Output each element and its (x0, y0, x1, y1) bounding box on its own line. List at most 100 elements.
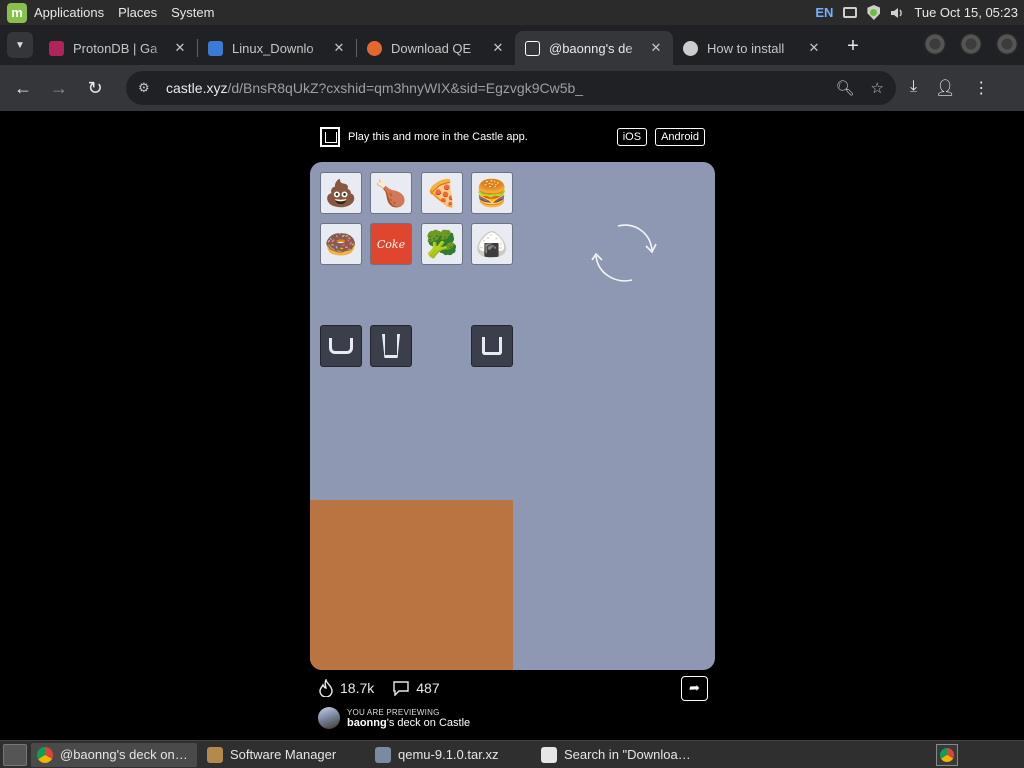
refresh-arrows-icon[interactable] (588, 220, 660, 286)
tab-close-icon[interactable]: ✕ (649, 40, 663, 56)
avatar[interactable] (318, 707, 340, 729)
android-button[interactable]: Android (655, 128, 705, 146)
browser-tab-strip: ▼ ProtonDB | Ga ✕ Linux_Downlo ✕ Downloa… (0, 25, 1024, 65)
new-tab-plus-icon[interactable]: + (839, 32, 867, 60)
pizza-tile[interactable]: 🍕 (421, 172, 463, 214)
tab-how-to-install[interactable]: How to install ✕ (673, 31, 831, 65)
window-controls (924, 33, 1024, 55)
taskbar-item-search[interactable]: Search in "Downloa… (535, 743, 699, 767)
banner-text: Play this and more in the Castle app. (348, 131, 528, 143)
reload-icon[interactable]: ↻ (78, 71, 112, 105)
preview-credit: YOU ARE PREVIEWING baonng's deck on Cast… (318, 707, 470, 729)
cup-icon (382, 334, 400, 358)
web-page: Play this and more in the Castle app. iO… (0, 111, 1024, 740)
close-window-button[interactable] (996, 33, 1018, 55)
share-arrow-icon: ➦ (689, 680, 700, 695)
share-button[interactable]: ➦ (681, 675, 708, 701)
tab-download-qemu[interactable]: Download QE ✕ (357, 31, 515, 65)
keyboard-layout-indicator[interactable]: EN (815, 5, 833, 20)
system-tray: EN Tue Oct 15, 05:23 (815, 5, 1024, 20)
castle-logo-icon[interactable] (320, 127, 340, 147)
bowl-icon (329, 338, 353, 354)
profile-icon[interactable]: 👤︎ (935, 78, 955, 98)
flame-icon (319, 679, 333, 697)
system-menu: Applications Places System (34, 5, 214, 20)
volume-icon[interactable] (890, 6, 904, 20)
comments-stat[interactable]: 487 (392, 680, 440, 696)
taskbar-label: qemu-9.1.0.tar.xz (398, 747, 499, 762)
clock[interactable]: Tue Oct 15, 05:23 (914, 5, 1018, 20)
taskbar-label: Software Manager (230, 747, 337, 762)
menu-applications[interactable]: Applications (34, 5, 104, 20)
taskbar-item-chrome[interactable]: @baonng's deck on… (31, 742, 197, 767)
url-path: /d/BnsR8qUkZ?cxshid=qm3hnyWIX&sid=Egzvgk… (227, 80, 584, 96)
menu-system[interactable]: System (171, 5, 214, 20)
archive-icon (375, 746, 391, 763)
chicken-leg-tile[interactable]: 🍗 (370, 172, 412, 214)
tab-close-icon[interactable]: ✕ (807, 40, 821, 56)
burger-tile[interactable]: 🍔 (471, 172, 513, 214)
tab-close-icon[interactable]: ✕ (332, 40, 346, 56)
bowl-slot[interactable] (320, 325, 362, 367)
orange-block (310, 500, 513, 670)
taskbar-item-archive[interactable]: qemu-9.1.0.tar.xz (369, 743, 531, 767)
tab-linux-downloads[interactable]: Linux_Downlo ✕ (198, 31, 356, 65)
taskbar: @baonng's deck on… Software Manager qemu… (0, 740, 1024, 768)
minimize-button[interactable] (924, 33, 946, 55)
zoom-icon[interactable]: 🔍︎ (836, 79, 855, 97)
show-desktop-icon[interactable] (3, 743, 27, 766)
comments-count: 487 (416, 680, 440, 696)
menu-places[interactable]: Places (118, 5, 157, 20)
broccoli-tile[interactable]: 🥦 (421, 223, 463, 265)
document-icon (541, 746, 557, 763)
network-icon[interactable] (843, 7, 858, 18)
bookmark-star-icon[interactable]: ☆ (871, 79, 884, 97)
donut-tile[interactable]: 🍩 (320, 223, 362, 265)
cup-slot[interactable] (370, 325, 412, 367)
taskbar-label: Search in "Downloa… (564, 747, 691, 762)
address-bar[interactable]: ⚙ castle.xyz /d/BnsR8qUkZ?cxshid=qm3hnyW… (126, 71, 896, 105)
chrome-icon (37, 746, 53, 763)
tab-close-icon[interactable]: ✕ (173, 40, 187, 56)
comment-bubble-icon (393, 681, 409, 696)
onigiri-tile[interactable]: 🍙 (471, 223, 513, 265)
chrome-tray-icon[interactable] (936, 743, 958, 766)
tab-close-icon[interactable]: ✕ (491, 40, 505, 56)
deck-stats: 18.7k 487 ➦ (318, 675, 708, 701)
taskbar-label: @baonng's deck on… (60, 747, 188, 762)
castle-deck-canvas[interactable]: 💩 🍗 🍕 🍔 🍩 Coke 🥦 🍙 (310, 162, 715, 670)
qemu-favicon-icon (367, 40, 382, 56)
tab-title: How to install (707, 40, 785, 56)
taskbar-item-software-manager[interactable]: Software Manager (201, 743, 365, 767)
ios-button[interactable]: iOS (616, 128, 648, 146)
back-arrow-icon[interactable]: ← (6, 71, 40, 105)
mint-menu-icon[interactable]: m (7, 2, 27, 23)
preview-suffix: 's deck on Castle (386, 716, 471, 729)
poop-tile[interactable]: 💩 (320, 172, 362, 214)
likes-count: 18.7k (340, 680, 375, 696)
update-shield-icon[interactable] (867, 5, 881, 20)
system-panel: m Applications Places System EN Tue Oct … (0, 0, 1024, 25)
tab-title: @baonng's de (549, 40, 633, 56)
maximize-button[interactable] (960, 33, 982, 55)
more-menu-icon[interactable]: ⋮ (973, 78, 989, 98)
preview-username[interactable]: baonng (347, 717, 387, 729)
site-settings-icon[interactable]: ⚙ (138, 80, 154, 96)
omnibox-actions: 🔍︎ ☆ (836, 79, 885, 97)
tab-title: Download QE (391, 40, 472, 56)
tab-search-chevron-icon[interactable]: ▼ (7, 32, 33, 58)
tab-castle-deck[interactable]: @baonng's de ✕ (515, 31, 673, 65)
url-domain: castle.xyz (166, 80, 228, 96)
tux-favicon-icon (683, 40, 698, 56)
coke-tile[interactable]: Coke (370, 223, 412, 265)
forward-arrow-icon[interactable]: → (42, 71, 76, 105)
chrome-icon (940, 747, 954, 762)
folder-favicon-icon (208, 40, 223, 56)
tab-protondb[interactable]: ProtonDB | Ga ✕ (39, 31, 197, 65)
protondb-favicon-icon (49, 40, 64, 56)
tab-title: Linux_Downlo (232, 40, 314, 56)
download-icon[interactable]: ⤓ (910, 78, 917, 98)
container-slot[interactable] (471, 325, 513, 367)
toolbar-actions: ⤓ 👤︎ ⋮ (910, 78, 989, 98)
likes-stat[interactable]: 18.7k (318, 679, 374, 697)
